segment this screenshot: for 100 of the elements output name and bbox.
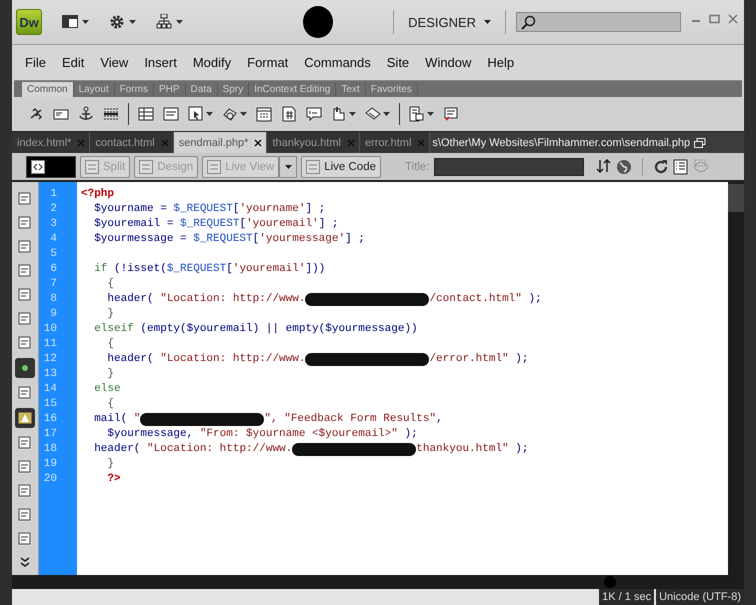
maximize-icon[interactable] bbox=[709, 14, 720, 24]
table-icon[interactable] bbox=[138, 106, 154, 122]
anchor-icon[interactable] bbox=[78, 106, 94, 122]
media-icon[interactable] bbox=[222, 106, 238, 122]
caret-icon[interactable] bbox=[284, 164, 292, 168]
code-token: } bbox=[106, 307, 114, 322]
caret-icon[interactable] bbox=[82, 20, 90, 24]
code-token: (!isset( bbox=[113, 262, 167, 277]
line-number: 19 bbox=[42, 457, 58, 472]
title-label: Title: bbox=[405, 160, 430, 172]
insert-tab[interactable]: Favorites bbox=[366, 82, 418, 97]
code-token: $youremail = bbox=[93, 217, 174, 232]
code-token: if bbox=[93, 262, 108, 277]
document-tab[interactable]: thankyou.html bbox=[267, 132, 360, 153]
menu-item[interactable]: Commands bbox=[296, 55, 379, 70]
close-icon[interactable] bbox=[254, 138, 262, 146]
menu-item[interactable]: View bbox=[92, 55, 136, 70]
code-token: ?> bbox=[106, 472, 121, 487]
horizontal-rule-icon[interactable] bbox=[103, 106, 119, 122]
server-side-include-icon[interactable] bbox=[281, 106, 297, 122]
code-token: header( bbox=[106, 292, 154, 307]
code-token: } bbox=[106, 457, 114, 472]
document-tab[interactable]: contact.html bbox=[90, 132, 174, 153]
menu-item[interactable]: Insert bbox=[136, 55, 185, 70]
div-icon[interactable] bbox=[163, 106, 179, 122]
title-field[interactable] bbox=[434, 158, 584, 176]
settings-icon[interactable] bbox=[109, 14, 126, 30]
code-token: [ bbox=[239, 217, 246, 232]
hyperlink-icon[interactable] bbox=[28, 106, 44, 122]
view-button[interactable]: Live Code bbox=[301, 156, 381, 178]
document-icon[interactable] bbox=[17, 191, 33, 207]
code-token: ); bbox=[527, 292, 542, 307]
file-transfer-icon[interactable] bbox=[596, 159, 612, 174]
status-text: 1K / 1 sec bbox=[599, 589, 654, 605]
insert-tab[interactable]: Text bbox=[336, 82, 366, 97]
line-number: 9 bbox=[49, 307, 58, 322]
warning-icon[interactable] bbox=[17, 410, 33, 426]
insert-tab[interactable]: Data bbox=[186, 82, 218, 97]
caret-icon[interactable] bbox=[427, 112, 434, 116]
calendar-icon[interactable] bbox=[256, 106, 272, 122]
code-token: mail( bbox=[93, 412, 128, 427]
tag-chooser-icon[interactable] bbox=[443, 106, 459, 122]
workspace-switcher[interactable]: DESIGNER bbox=[404, 12, 496, 32]
line-number: 13 bbox=[42, 367, 58, 382]
caret-icon[interactable] bbox=[484, 20, 492, 24]
code-token: "Location: http://www. bbox=[146, 442, 292, 457]
dropdown-button[interactable] bbox=[279, 156, 298, 178]
restore-icon[interactable] bbox=[694, 138, 706, 148]
file-path: s\Other\My Websites\Filmhammer.com\sendmail.php bbox=[432, 136, 690, 148]
insert-tab[interactable]: Forms bbox=[114, 82, 154, 97]
caret-icon[interactable] bbox=[176, 20, 184, 24]
layout-icon[interactable] bbox=[62, 14, 78, 30]
insert-tab[interactable]: PHP bbox=[154, 82, 186, 97]
document-tab[interactable]: sendmail.php* bbox=[174, 132, 268, 153]
insert-tab[interactable]: InContext Editing bbox=[249, 82, 336, 97]
code-view-button[interactable] bbox=[26, 156, 76, 178]
caret-icon[interactable] bbox=[383, 112, 390, 116]
line-number: 3 bbox=[49, 217, 58, 232]
code-token: [ bbox=[226, 262, 233, 277]
code-token: /error.html" bbox=[429, 352, 509, 367]
menu-item[interactable]: Help bbox=[479, 55, 522, 70]
caret-icon[interactable] bbox=[206, 112, 213, 116]
templates-icon[interactable] bbox=[409, 106, 425, 122]
code-token: thankyou.html" bbox=[416, 442, 509, 457]
code-token: ])) bbox=[305, 262, 326, 277]
code-token: ); bbox=[514, 352, 528, 367]
document-tab[interactable]: index.html* bbox=[12, 132, 90, 153]
menu-item[interactable]: Edit bbox=[54, 55, 92, 70]
caret-icon[interactable] bbox=[240, 112, 247, 116]
line-number: 20 bbox=[42, 472, 58, 487]
code-token: } bbox=[106, 367, 114, 382]
view-options-icon[interactable] bbox=[672, 158, 688, 174]
code-token: $yourname = bbox=[93, 202, 168, 217]
code-token: ); bbox=[514, 442, 528, 457]
insert-tab[interactable]: Spry bbox=[218, 82, 250, 97]
code-token: $_REQUEST bbox=[180, 217, 240, 232]
menu-item[interactable]: File bbox=[17, 55, 54, 70]
image-icon[interactable] bbox=[188, 106, 204, 122]
menu-item[interactable]: Format bbox=[239, 55, 296, 70]
code-token: $_REQUEST bbox=[166, 262, 226, 277]
code-token: $yourmessage, bbox=[106, 427, 194, 442]
search-field[interactable] bbox=[516, 12, 681, 32]
caret-icon[interactable] bbox=[349, 112, 356, 116]
code-token: { bbox=[106, 337, 114, 352]
insert-tab[interactable]: Common bbox=[22, 82, 74, 97]
line-number: 16 bbox=[42, 412, 58, 427]
menu-item[interactable]: Modify bbox=[184, 55, 240, 70]
menu-item[interactable]: Site bbox=[378, 55, 418, 70]
line-number: 2 bbox=[49, 202, 58, 217]
refresh-icon[interactable] bbox=[652, 158, 668, 174]
document-tab[interactable]: error.html bbox=[360, 132, 430, 153]
line-number: 11 bbox=[42, 337, 58, 352]
code-token: ] ; bbox=[345, 232, 365, 247]
script-icon[interactable] bbox=[365, 106, 381, 122]
menu-item[interactable]: Window bbox=[417, 55, 480, 70]
scrollbar[interactable] bbox=[728, 182, 744, 575]
caret-icon[interactable] bbox=[129, 20, 136, 24]
code-token: 'youremail' bbox=[232, 262, 306, 277]
sitemap-icon[interactable] bbox=[156, 14, 172, 30]
insert-tab[interactable]: Layout bbox=[74, 82, 115, 97]
